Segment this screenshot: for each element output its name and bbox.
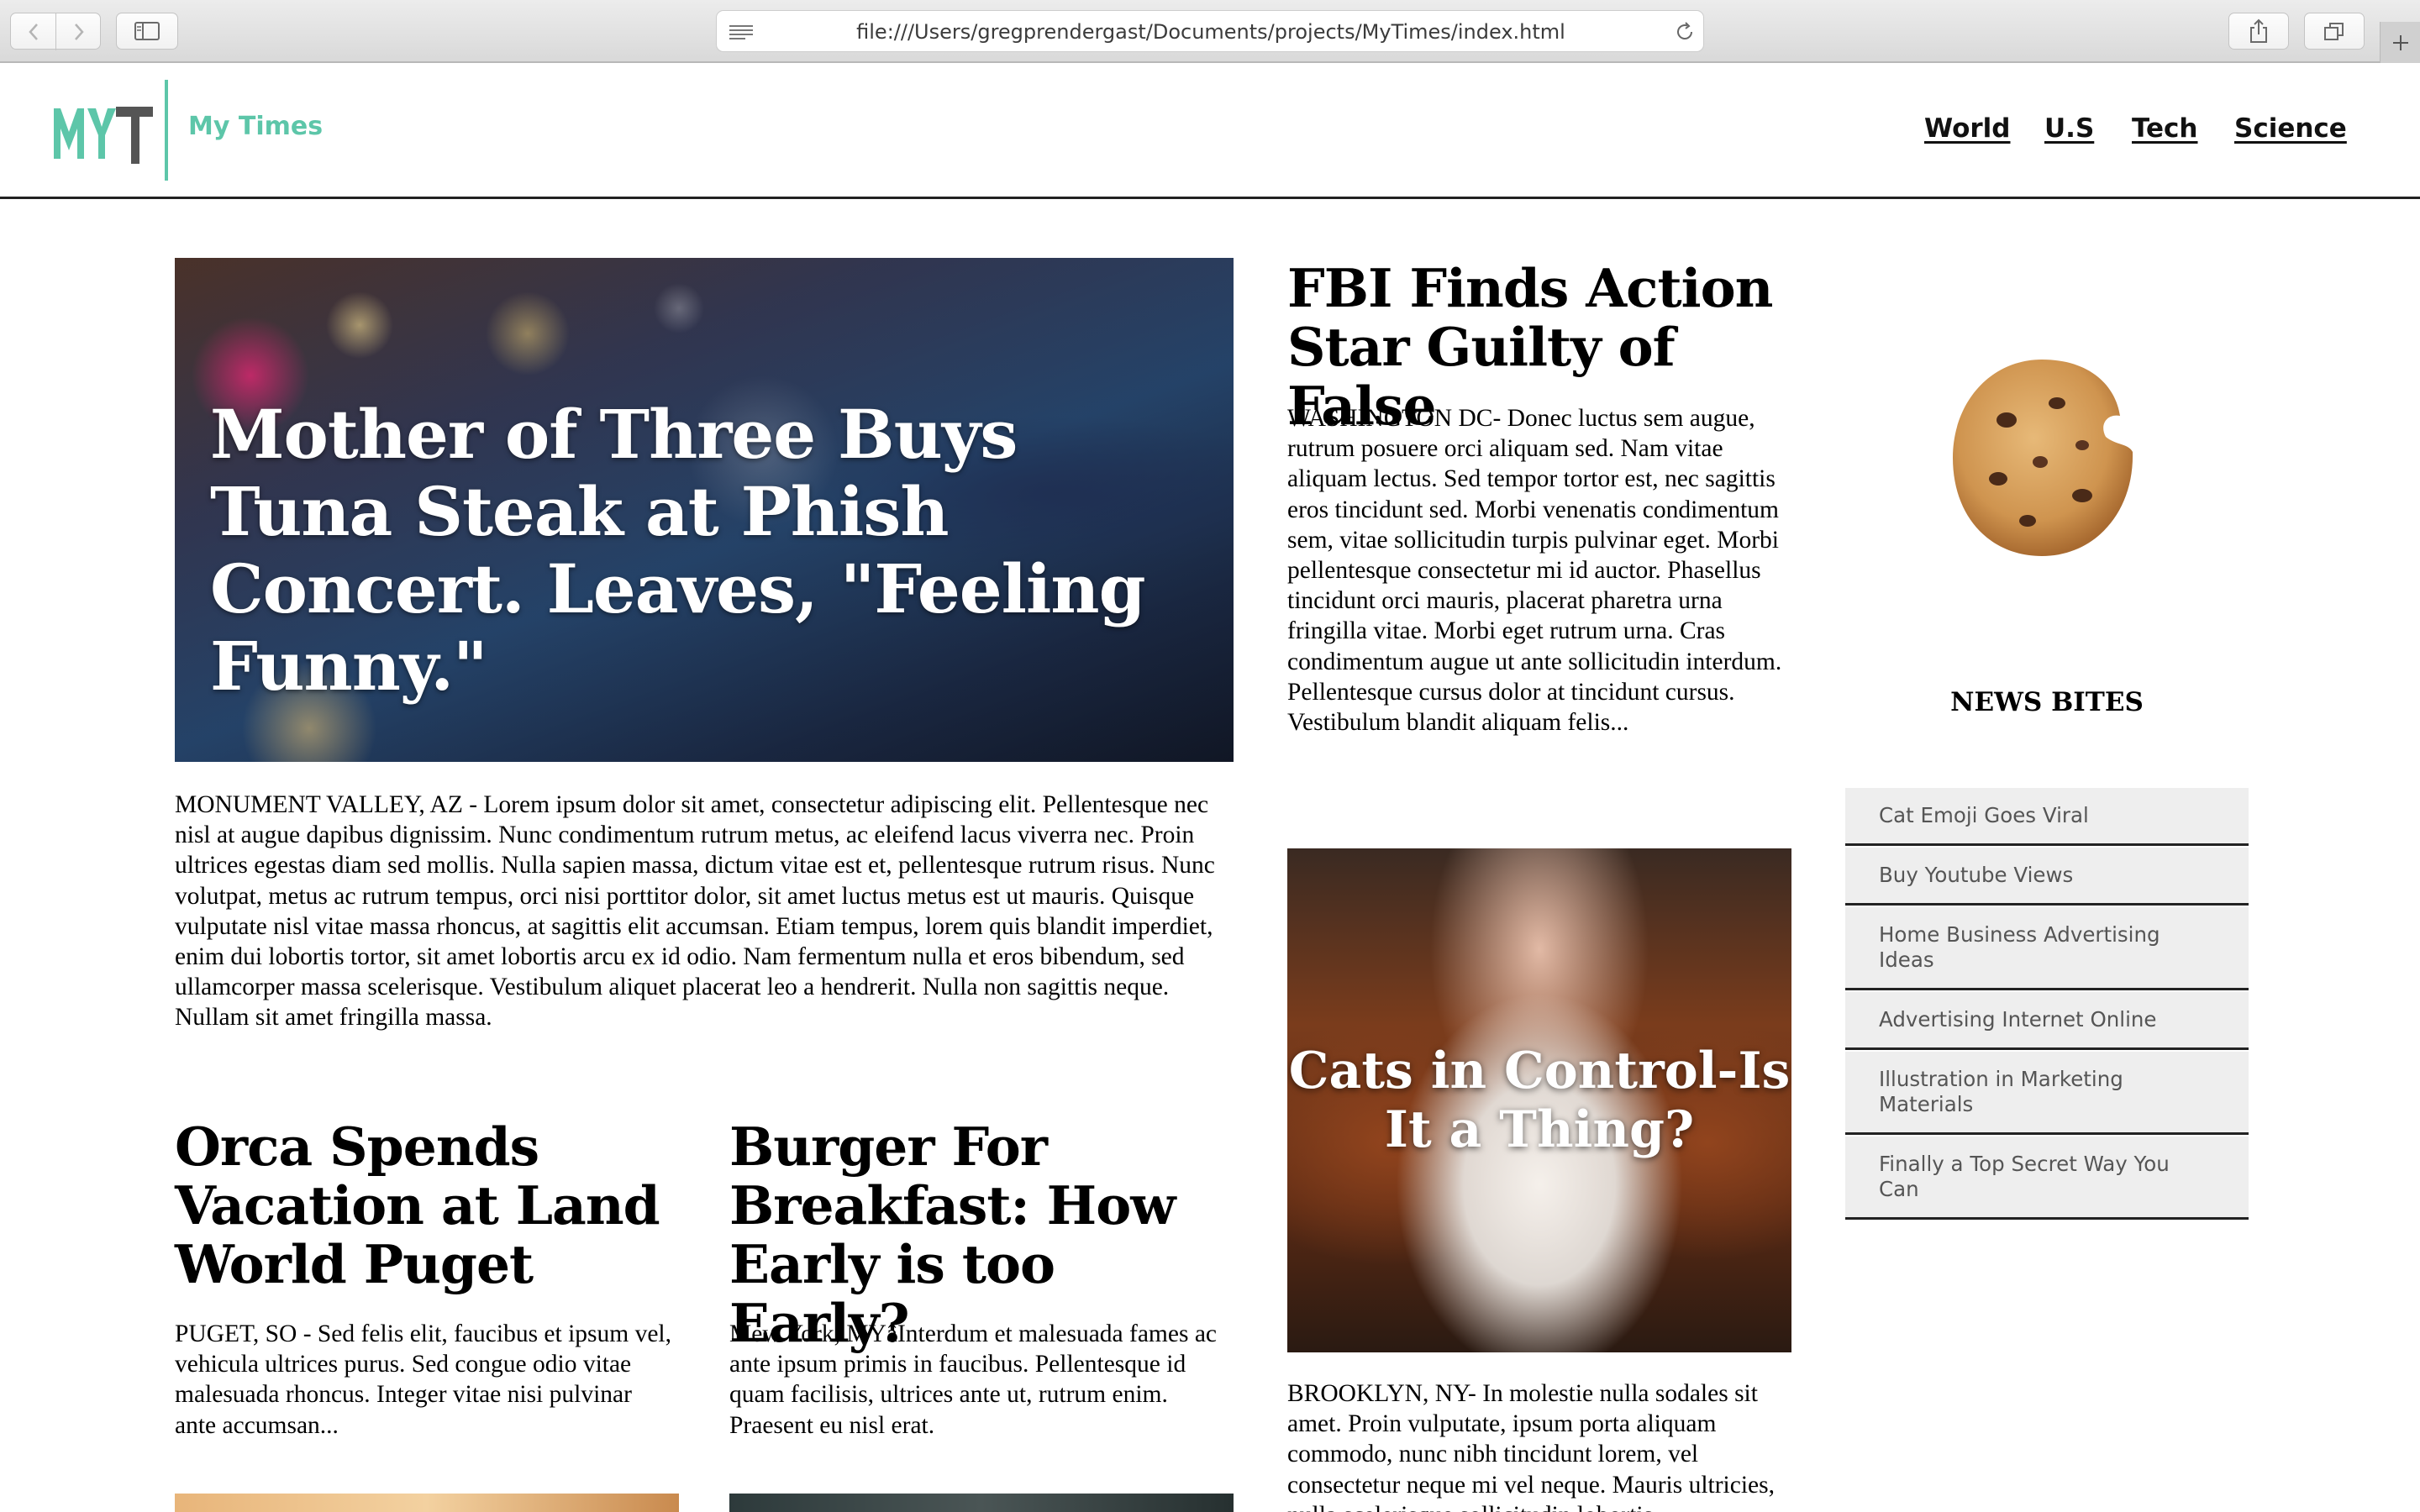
site-header: My Times World U.S Tech Science	[0, 65, 2420, 199]
news-bite-item[interactable]: Finally a Top Secret Way You Can	[1845, 1137, 2249, 1220]
burger-thumbnail[interactable]	[729, 1494, 1234, 1512]
site-logo[interactable]	[49, 98, 158, 174]
hero-headline[interactable]: Mother of Three Buys Tuna Steak at Phish…	[210, 396, 1218, 705]
news-bites-list: Cat Emoji Goes Viral Buy Youtube Views H…	[1845, 788, 2249, 1220]
forward-button[interactable]	[56, 13, 102, 50]
cookie-image	[1953, 360, 2133, 556]
cats-body: BROOKLYN, NY- In molestie nulla sodales …	[1287, 1380, 1775, 1512]
news-bite-item[interactable]: Advertising Internet Online	[1845, 992, 2249, 1050]
burger-headline[interactable]: Burger For Breakfast: How Early is too E…	[729, 1117, 1250, 1352]
tabs-button[interactable]	[2304, 13, 2365, 50]
nav-world[interactable]: World	[1924, 113, 2011, 144]
nav-us[interactable]: U.S	[2044, 113, 2094, 144]
news-bites-heading: NEWS BITES	[1950, 687, 2144, 717]
orca-body: PUGET, SO - Sed felis elit, faucibus et …	[175, 1320, 672, 1439]
news-bite-item[interactable]: Home Business Advertising Ideas	[1845, 907, 2249, 990]
tabs-icon	[2324, 23, 2344, 40]
share-icon	[2250, 18, 2267, 43]
sidebar-icon	[134, 22, 160, 40]
orca-headline[interactable]: Orca Spends Vacation at Land World Puget	[175, 1117, 679, 1294]
news-bite-item[interactable]: Cat Emoji Goes Viral	[1845, 788, 2249, 846]
sidebar-button[interactable]	[116, 13, 178, 50]
reload-icon[interactable]	[1675, 22, 1695, 42]
fbi-body: WASHINGTON DC- Donec luctus sem augue, r…	[1287, 405, 1782, 737]
new-tab-button[interactable]	[2380, 22, 2420, 63]
news-bite-item[interactable]: Buy Youtube Views	[1845, 848, 2249, 906]
site-name: My Times	[188, 112, 324, 141]
hero-body: MONUMENT VALLEY, AZ - Lorem ipsum dolor …	[175, 791, 1215, 1032]
news-bite-item[interactable]: Illustration in Marketing Materials	[1845, 1052, 2249, 1135]
forward-icon	[75, 24, 84, 40]
cats-headline[interactable]: Cats in Control-Is It a Thing?	[1287, 1042, 1791, 1159]
logo-divider	[165, 80, 168, 181]
burger-body: Mew York, MYâInterdum et malesuada fames…	[729, 1320, 1218, 1439]
nav-science[interactable]: Science	[2234, 113, 2347, 144]
logo-mark	[54, 107, 153, 164]
new-tab-icon	[2393, 35, 2408, 50]
nav-tech[interactable]: Tech	[2132, 113, 2198, 144]
history-buttons	[10, 13, 101, 50]
back-button[interactable]	[11, 13, 56, 50]
back-icon	[28, 24, 38, 40]
browser-toolbar: file:///Users/gregprendergast/Documents/…	[0, 0, 2420, 63]
share-button[interactable]	[2228, 13, 2289, 50]
hero-image[interactable]: Mother of Three Buys Tuna Steak at Phish…	[175, 258, 1234, 762]
orca-thumbnail[interactable]	[175, 1494, 679, 1512]
cats-image[interactable]: Cats in Control-Is It a Thing?	[1287, 848, 1791, 1352]
address-bar[interactable]: file:///Users/gregprendergast/Documents/…	[716, 10, 1704, 52]
url-text: file:///Users/gregprendergast/Documents/…	[856, 20, 1565, 44]
